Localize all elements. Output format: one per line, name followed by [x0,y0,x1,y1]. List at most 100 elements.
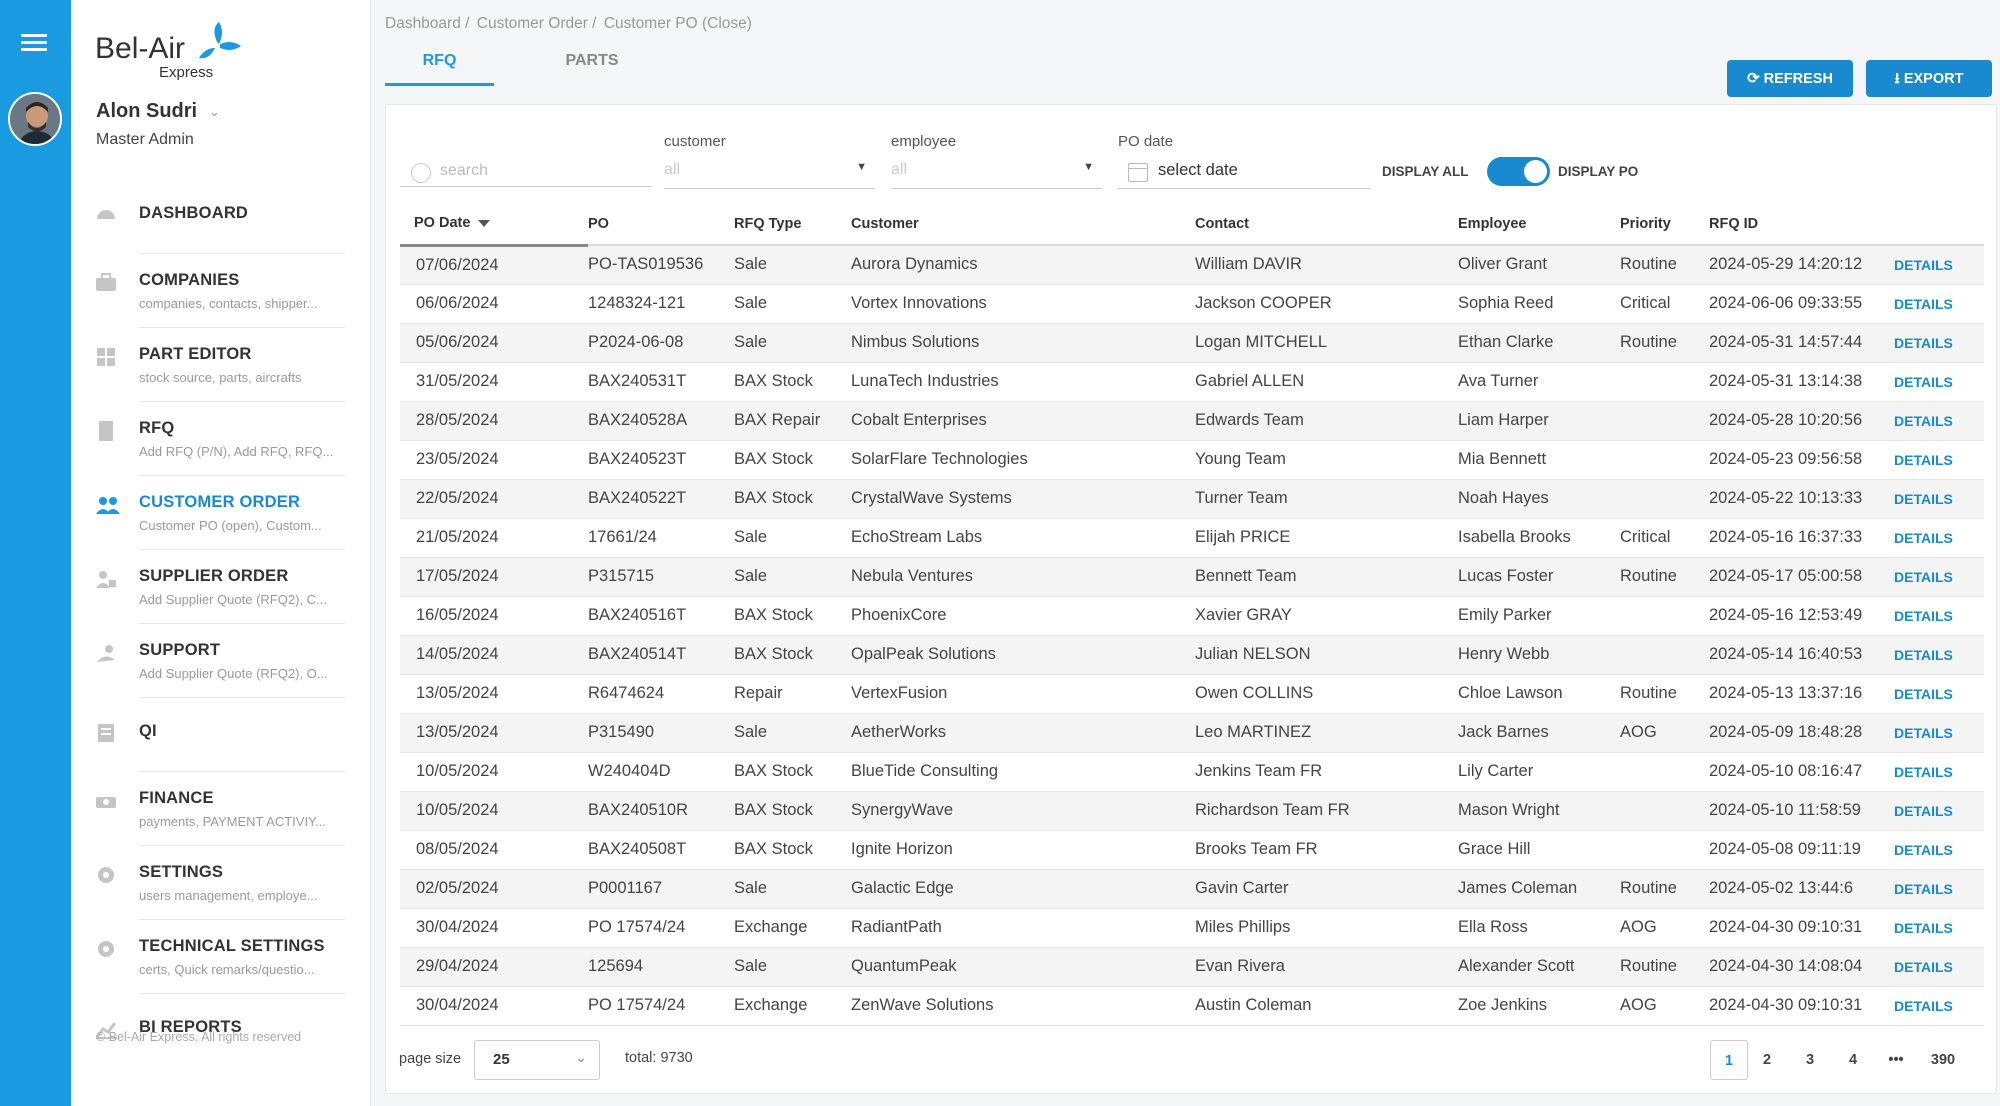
sidebar-item-supplier-order[interactable]: SUPPLIER ORDER Add Supplier Quote (RFQ2),… [71,550,371,624]
details-link[interactable]: DETAILS [1894,479,1984,519]
hamburger-menu-icon[interactable] [21,34,47,52]
cell-customer: Ignite Horizon [851,830,1195,870]
user-name[interactable]: Alon Sudri [96,100,197,123]
details-link[interactable]: DETAILS [1894,830,1984,870]
details-link[interactable]: DETAILS [1894,596,1984,636]
display-toggle[interactable] [1487,157,1550,186]
table-row[interactable]: 10/05/2024 W240404D BAX Stock BlueTide Cons… [400,752,1984,792]
qi-icon [95,722,117,744]
sidebar-item-customer-order[interactable]: CUSTOMER ORDER Customer PO (open), Custom… [71,476,371,550]
refresh-button[interactable]: ⟳ REFRESH [1727,60,1853,97]
details-link[interactable]: DETAILS [1894,635,1984,675]
search-input[interactable]: search [400,149,652,187]
table-row[interactable]: 05/06/2024 P2024-06-08 Sale Nimbus Solution… [400,323,1984,363]
chevron-down-icon[interactable]: ⌄ [209,104,220,120]
details-link[interactable]: DETAILS [1894,947,1984,987]
table-row[interactable]: 16/05/2024 BAX240516T BAX Stock PhoenixCore… [400,596,1984,636]
table-row[interactable]: 30/04/2024 PO 17574/24 Exchange ZenWave Sol… [400,986,1984,1026]
details-link[interactable]: DETAILS [1894,713,1984,753]
page-2[interactable]: 2 [1748,1040,1786,1080]
table-row[interactable]: 13/05/2024 P315490 Sale AetherWorks Leo MART… [400,713,1984,753]
table-row[interactable]: 23/05/2024 BAX240523T BAX Stock SolarFlare … [400,440,1984,480]
details-link[interactable]: DETAILS [1894,869,1984,909]
table-row[interactable]: 07/06/2024 PO-TAS019536 Sale Aurora Dynamic… [400,245,1984,285]
col-po-date[interactable]: PO Date [400,203,588,247]
customer-select[interactable]: customer all ▼ [664,133,875,189]
table-row[interactable]: 02/05/2024 P0001167 Sale Galactic Edge Gavin… [400,869,1984,909]
cell-rfq-type: Sale [734,245,851,285]
sidebar-item-part-editor[interactable]: PART EDITOR stock source, parts, aircraft… [71,328,371,402]
bel-air-logo[interactable]: Bel-Air Express [95,20,265,84]
sidebar-item-settings[interactable]: SETTINGS users management, employe... [71,846,371,920]
col-rfq-id[interactable]: RFQ ID [1709,203,1894,246]
chevron-down-icon: ⌄ [575,1049,587,1065]
po-date-picker[interactable]: PO date select date [1118,133,1370,189]
cell-employee: Zoe Jenkins [1458,986,1620,1026]
details-link[interactable]: DETAILS [1894,440,1984,480]
details-link[interactable]: DETAILS [1894,518,1984,558]
tab-parts[interactable]: PARTS [537,48,647,86]
details-link[interactable]: DETAILS [1894,674,1984,714]
po-date-label: PO date [1118,133,1174,150]
breadcrumb-dashboard[interactable]: Dashboard / [385,15,469,32]
table-row[interactable]: 13/05/2024 R6474624 Repair VertexFusion Owen… [400,674,1984,714]
page-size-select[interactable]: 25 ⌄ [474,1040,600,1080]
page-4[interactable]: 4 [1834,1040,1872,1080]
details-link[interactable]: DETAILS [1894,557,1984,597]
sidebar-item-technical-settings[interactable]: TECHNICAL SETTINGS certs, Quick remarks/q… [71,920,371,994]
sidebar-item-qi[interactable]: QI [71,698,371,772]
table-row[interactable]: 28/05/2024 BAX240528A BAX Repair Cobalt Ent… [400,401,1984,441]
page-390[interactable]: 390 [1924,1040,1962,1080]
table-row[interactable]: 14/05/2024 BAX240514T BAX Stock OpalPeak So… [400,635,1984,675]
user-role: Master Admin [96,131,194,148]
details-link[interactable]: DETAILS [1894,791,1984,831]
col-rfq-type[interactable]: RFQ Type [734,203,851,246]
details-link[interactable]: DETAILS [1894,362,1984,402]
avatar[interactable] [8,92,62,146]
sidebar-item-support[interactable]: SUPPORT Add Supplier Quote (RFQ2), O... [71,624,371,698]
sidebar-item-companies[interactable]: COMPANIES companies, contacts, shipper... [71,254,371,328]
table-row[interactable]: 31/05/2024 BAX240531T BAX Stock LunaTech In… [400,362,1984,402]
details-link[interactable]: DETAILS [1894,245,1984,285]
cell-po: BAX240508T [588,830,734,870]
sidebar-item-finance[interactable]: FINANCE payments, PAYMENT ACTIVIY... [71,772,371,846]
details-link[interactable]: DETAILS [1894,752,1984,792]
table-row[interactable]: 22/05/2024 BAX240522T BAX Stock CrystalWave… [400,479,1984,519]
details-link[interactable]: DETAILS [1894,323,1984,363]
tab-rfq[interactable]: RFQ [385,48,494,86]
table-row[interactable]: 06/06/2024 1248324-121 Sale Vortex Innovati… [400,284,1984,324]
cell-customer: Nebula Ventures [851,557,1195,597]
col-contact[interactable]: Contact [1195,203,1458,246]
cell-customer: ZenWave Solutions [851,986,1195,1026]
table-row[interactable]: 10/05/2024 BAX240510R BAX Stock SynergyWave… [400,791,1984,831]
breadcrumb-customer-order[interactable]: Customer Order / [477,15,597,32]
page-1[interactable]: 1 [1710,1040,1748,1080]
details-link[interactable]: DETAILS [1894,284,1984,324]
display-po-label[interactable]: DISPLAY PO [1558,164,1638,179]
table-row[interactable]: 17/05/2024 P315715 Sale Nebula Ventures Benn… [400,557,1984,597]
col-customer[interactable]: Customer [851,203,1195,246]
details-link[interactable]: DETAILS [1894,401,1984,441]
cell-priority: Routine [1620,557,1709,597]
col-priority[interactable]: Priority [1620,203,1709,246]
sidebar-item-label: SUPPLIER ORDER [139,567,289,585]
table-row[interactable]: 30/04/2024 PO 17574/24 Exchange RadiantPath… [400,908,1984,948]
table-row[interactable]: 08/05/2024 BAX240508T BAX Stock Ignite Hori… [400,830,1984,870]
col-employee[interactable]: Employee [1458,203,1620,246]
table-row[interactable]: 21/05/2024 17661/24 Sale EchoStream Labs Eli… [400,518,1984,558]
col-po-date-label: PO Date [414,215,471,232]
export-button[interactable]: ⭳ EXPORT [1866,60,1992,97]
employee-select[interactable]: employee all ▼ [891,133,1102,189]
table-row[interactable]: 29/04/2024 125694 Sale QuantumPeak Evan Rive… [400,947,1984,987]
col-po[interactable]: PO [588,203,734,246]
page-3[interactable]: 3 [1791,1040,1829,1080]
cell-employee: James Coleman [1458,869,1620,909]
cell-priority [1620,752,1709,792]
pagination-ellipsis[interactable]: ••• [1877,1040,1915,1080]
sidebar-item-rfq[interactable]: RFQ Add RFQ (P/N), Add RFQ, RFQ... [71,402,371,476]
details-link[interactable]: DETAILS [1894,986,1984,1026]
display-all-label[interactable]: DISPLAY ALL [1382,164,1469,179]
cell-customer: SynergyWave [851,791,1195,831]
details-link[interactable]: DETAILS [1894,908,1984,948]
sidebar-item-dashboard[interactable]: DASHBOARD [71,180,371,254]
